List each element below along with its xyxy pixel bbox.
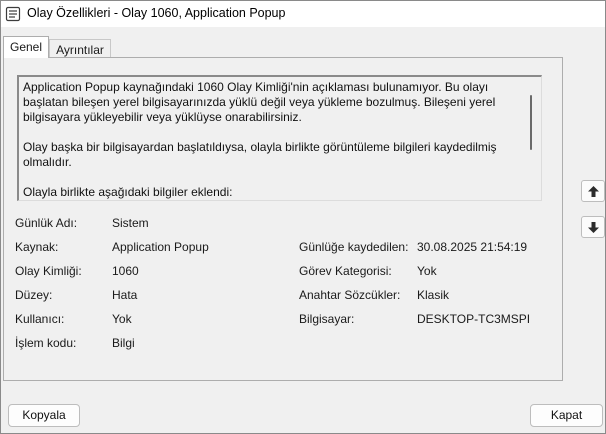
user-value: Yok xyxy=(112,312,132,326)
level-label: Düzey: xyxy=(15,288,53,302)
source-label: Kaynak: xyxy=(15,240,59,254)
log-name-value: Sistem xyxy=(112,216,149,230)
logged-label: Günlüğe kaydedilen: xyxy=(299,240,409,254)
tab-general[interactable]: Genel xyxy=(3,36,49,58)
computer-label: Bilgisayar: xyxy=(299,312,355,326)
tab-details[interactable]: Ayrıntılar xyxy=(49,39,111,57)
description-scrollbar[interactable] xyxy=(528,79,538,199)
description-paragraph: Olay başka bir bilgisayardan başlatıldıy… xyxy=(23,140,497,169)
computer-value: DESKTOP-TC3MSPI xyxy=(417,312,531,326)
general-panel: Application Popup kaynağındaki 1060 Olay… xyxy=(3,57,563,381)
event-properties-window: Olay Özellikleri - Olay 1060, Applicatio… xyxy=(0,0,606,434)
arrow-down-icon xyxy=(588,222,599,233)
scrollbar-thumb[interactable] xyxy=(530,95,532,150)
title-bar[interactable]: Olay Özellikleri - Olay 1060, Applicatio… xyxy=(1,1,605,27)
window-title: Olay Özellikleri - Olay 1060, Applicatio… xyxy=(27,6,286,20)
event-description-box[interactable]: Application Popup kaynağındaki 1060 Olay… xyxy=(17,75,542,201)
log-name-label: Günlük Adı: xyxy=(15,216,78,230)
description-paragraph: Application Popup kaynağındaki 1060 Olay… xyxy=(23,80,496,124)
arrow-up-icon xyxy=(588,186,599,197)
previous-event-button[interactable] xyxy=(581,180,605,202)
opcode-value: Bilgi xyxy=(112,336,135,350)
task-category-value: Yok xyxy=(417,264,437,278)
keywords-value: Klasik xyxy=(417,288,450,302)
next-event-button[interactable] xyxy=(581,216,605,238)
opcode-label: İşlem kodu: xyxy=(15,336,77,350)
keywords-label: Anahtar Sözcükler: xyxy=(299,288,401,302)
event-description-text: Application Popup kaynağındaki 1060 Olay… xyxy=(23,80,519,200)
level-value: Hata xyxy=(112,288,138,302)
event-properties-icon xyxy=(5,6,21,22)
event-id-label: Olay Kimliği: xyxy=(15,264,82,278)
copy-button[interactable]: Kopyala xyxy=(8,404,80,427)
event-id-value: 1060 xyxy=(112,264,139,278)
user-label: Kullanıcı: xyxy=(15,312,65,326)
logged-value: 30.08.2025 21:54:19 xyxy=(417,240,528,254)
description-paragraph: Olayla birlikte aşağıdaki bilgiler eklen… xyxy=(23,185,233,199)
task-category-label: Görev Kategorisi: xyxy=(299,264,392,278)
close-button[interactable]: Kapat xyxy=(530,404,603,427)
source-value: Application Popup xyxy=(112,240,209,254)
